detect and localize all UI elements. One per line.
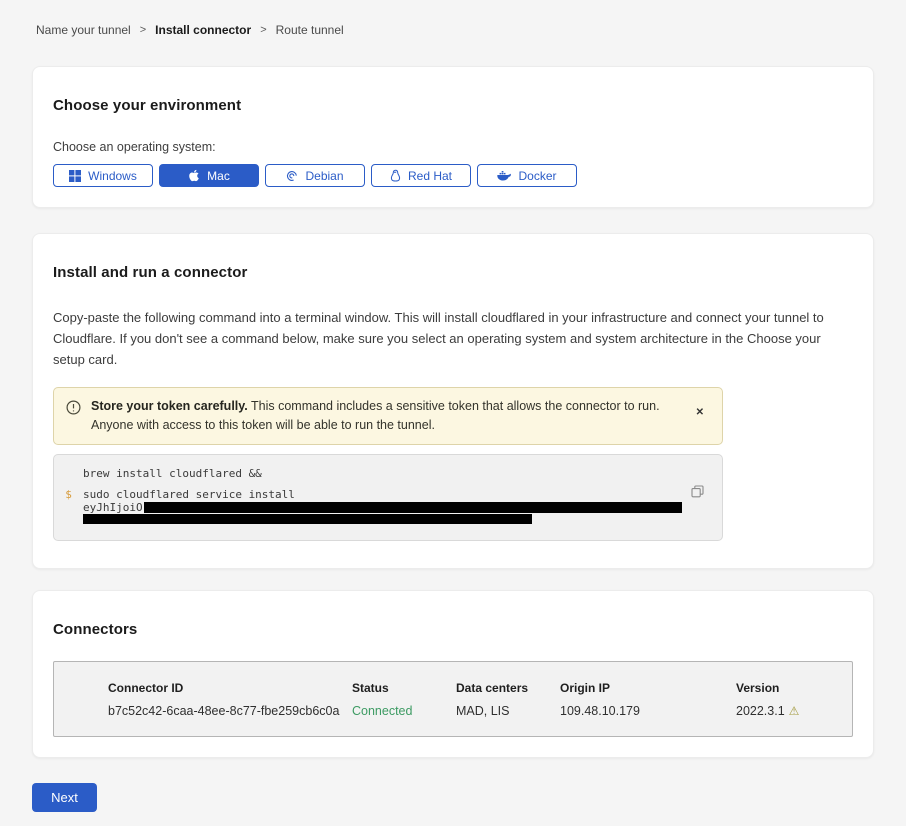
os-select-label: Choose an operating system: [53,140,853,154]
debian-icon [286,170,298,182]
os-button-group: Windows Mac Debian Red Hat [53,164,853,187]
code-line-2: $ sudo cloudflared service install [54,488,682,501]
install-description: Copy-paste the following command into a … [53,307,853,370]
col-header-status: Status [352,681,456,695]
version-number: 2022.3.1 [736,704,785,718]
token-warning-bold: Store your token carefully. [91,399,248,413]
connectors-table: Connector ID Status Data centers Origin … [53,661,853,737]
table-header-row: Connector ID Status Data centers Origin … [108,681,852,695]
apple-icon [188,169,200,182]
os-button-label: Windows [88,169,137,183]
token-warning-banner: Store your token carefully. This command… [53,387,723,445]
code-line-token-2 [54,514,682,524]
data-centers-value: MAD, LIS [456,704,560,718]
col-header-version: Version [736,681,852,695]
next-button[interactable]: Next [32,783,97,812]
code-line-token: eyJhIjoiO [54,501,682,514]
install-card: Install and run a connector Copy-paste t… [32,233,874,569]
os-button-debian[interactable]: Debian [265,164,365,187]
redaction-bar [83,514,532,524]
status-badge: Connected [352,704,456,718]
breadcrumb-name-your-tunnel[interactable]: Name your tunnel [36,23,131,37]
breadcrumb-separator: > [260,24,266,36]
os-button-label: Red Hat [408,169,452,183]
connectors-card-title: Connectors [53,621,853,638]
os-button-label: Docker [518,169,556,183]
breadcrumb-install-connector[interactable]: Install connector [155,23,251,37]
os-button-windows[interactable]: Windows [53,164,153,187]
environment-card: Choose your environment Choose an operat… [32,66,874,208]
copy-icon[interactable] [689,483,706,503]
code-block: brew install cloudflared && $ sudo cloud… [53,454,723,541]
col-header-origin-ip: Origin IP [560,681,736,695]
code-text: brew install cloudflared && [83,467,262,480]
table-row: b7c52c42-6caa-48ee-8c77-fbe259cb6c0a Con… [108,704,852,718]
version-value: 2022.3.1 ⚠ [736,704,852,718]
col-header-data-centers: Data centers [456,681,560,695]
install-card-title: Install and run a connector [53,264,853,281]
breadcrumb: Name your tunnel > Install connector > R… [36,23,874,37]
page: Name your tunnel > Install connector > R… [0,0,906,826]
os-button-mac[interactable]: Mac [159,164,259,187]
os-button-label: Debian [305,169,343,183]
connectors-card: Connectors Connector ID Status Data cent… [32,590,874,758]
redaction-bar [144,502,682,513]
alert-circle-icon [66,400,81,420]
col-header-connector-id: Connector ID [108,681,352,695]
connector-id-value: b7c52c42-6caa-48ee-8c77-fbe259cb6c0a [108,704,352,718]
code-line-1: brew install cloudflared && [54,467,682,480]
os-button-docker[interactable]: Docker [477,164,577,187]
version-warning-icon: ⚠ [789,704,800,718]
close-icon[interactable]: ✕ [690,407,710,418]
docker-whale-icon [497,170,511,181]
token-warning-text: Store your token carefully. This command… [91,397,680,435]
redhat-tux-icon [390,169,401,182]
token-prefix: eyJhIjoiO [83,501,143,514]
environment-card-title: Choose your environment [53,97,853,114]
origin-ip-value: 109.48.10.179 [560,704,736,718]
os-button-redhat[interactable]: Red Hat [371,164,471,187]
code-text: sudo cloudflared service install [83,488,295,501]
windows-icon [69,170,81,182]
breadcrumb-separator: > [140,24,146,36]
shell-prompt: $ [54,488,83,501]
breadcrumb-route-tunnel[interactable]: Route tunnel [276,23,344,37]
os-button-label: Mac [207,169,230,183]
